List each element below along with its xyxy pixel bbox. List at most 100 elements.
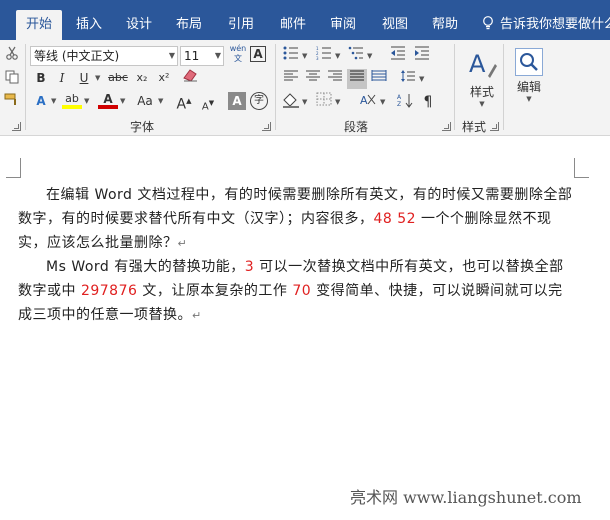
ribbon-tab-bar: 开始 插入 设计 布局 引用 邮件 审阅 视图 帮助 告诉我你想要做什么 [0,0,610,40]
bullets-icon[interactable] [281,46,301,66]
strikethrough-button[interactable]: abc [106,68,130,88]
character-shading-button[interactable]: A [228,92,246,110]
tell-me-box[interactable]: 告诉我你想要做什么 [482,10,610,40]
red-number: 70 [292,283,312,299]
chinese-layout-icon[interactable]: A [358,92,378,112]
subscript-button[interactable]: x₂ [132,68,152,88]
tab-8[interactable]: 帮助 [422,10,468,40]
tab-0[interactable]: 开始 [16,10,62,40]
phonetic-guide-glyph: wén 文 [229,44,247,63]
distributed-icon[interactable] [369,69,389,89]
document-paragraph-2[interactable]: Ms Word 有强大的替换功能，3 可以一次替换文档中所有英文，也可以替换全部… [18,255,574,328]
cut-icon[interactable] [2,46,22,66]
tab-2[interactable]: 设计 [116,10,162,40]
document-paragraph-1[interactable]: 在编辑 Word 文档过程中，有的时候需要删除所有英文，有的时候又需要删除全部数… [18,183,574,256]
ribbon: 等线 (中文正文) ▼ 11 ▼ wén 文 A B I U ▼ abc x₂ x²… [0,40,610,136]
multilevel-list-icon[interactable] [346,46,366,66]
sort-icon[interactable]: AZ [396,92,416,112]
phonetic-guide-icon[interactable]: wén 文 [228,44,248,64]
character-border-icon[interactable]: A [250,46,266,62]
increase-indent-icon[interactable] [412,46,432,66]
tab-3[interactable]: 布局 [166,10,212,40]
italic-button[interactable]: I [52,68,72,88]
align-center-icon[interactable] [303,69,323,89]
decrease-indent-icon[interactable] [388,46,408,66]
editing-button[interactable]: 编辑 ▼ [512,48,546,103]
tab-5[interactable]: 邮件 [270,10,316,40]
chevron-down-icon[interactable]: ▼ [419,69,424,89]
align-left-icon[interactable] [281,69,301,89]
group-separator [275,44,276,130]
font-name-value: 等线 (中文正文) [34,49,120,63]
borders-icon[interactable] [314,92,334,112]
chevron-down-icon[interactable]: ▼ [367,46,372,66]
chevron-down-icon[interactable]: ▼ [380,92,385,112]
chevron-down-icon: ▼ [479,100,485,108]
highlight-glyph: ab [65,92,79,105]
font-group-label: 字体 [130,120,155,134]
text-effects-glyph: A [36,94,46,108]
format-painter-icon[interactable] [2,92,22,112]
grow-font-button[interactable]: A▲ [174,91,194,113]
chevron-down-icon[interactable]: ▼ [120,91,125,111]
line-spacing-icon[interactable] [398,69,418,89]
styles-dialog-launcher[interactable] [490,122,499,131]
paragraph-group-label: 段落 [344,120,369,134]
font-dialog-launcher[interactable] [262,122,271,131]
svg-text:3: 3 [316,56,319,60]
shading-icon[interactable] [281,92,301,112]
styles-icon: A [469,50,497,78]
page-corner-mark [574,158,589,178]
underline-button[interactable]: U [74,68,94,88]
paragraph-dialog-launcher[interactable] [442,122,451,131]
chevron-down-icon[interactable]: ▼ [84,91,89,111]
page-corner-mark [6,177,21,178]
chevron-down-icon[interactable]: ▼ [302,92,307,112]
svg-text:A: A [360,94,368,107]
tab-1[interactable]: 插入 [66,10,112,40]
font-name-combo[interactable]: 等线 (中文正文) ▼ [30,46,178,66]
justify-icon[interactable] [347,69,367,89]
svg-text:A: A [397,94,402,101]
grow-font-glyph: A [176,96,187,113]
shrink-font-button[interactable]: A▼ [198,93,218,113]
chevron-down-icon: ▼ [214,51,221,60]
chevron-down-icon: ▼ [168,51,175,60]
tab-6[interactable]: 审阅 [320,10,366,40]
copy-icon[interactable] [2,70,22,90]
numbering-icon[interactable]: 123 [314,46,334,66]
tab-4[interactable]: 引用 [218,10,264,40]
text-effects-button[interactable]: A [31,91,51,111]
chevron-down-icon[interactable]: ▼ [158,91,163,111]
chevron-down-icon[interactable]: ▼ [335,92,340,112]
chevron-down-icon[interactable]: ▼ [51,91,56,111]
page-corner-mark [6,158,21,178]
change-case-button[interactable]: Aa [132,91,158,111]
clear-formatting-icon[interactable] [180,68,200,88]
enclose-characters-button[interactable]: 字 [250,92,268,110]
show-hide-marks-icon[interactable]: ¶ [418,92,438,112]
editing-label: 编辑 [516,80,541,94]
lightbulb-icon [483,16,493,30]
font-color-button[interactable]: A [98,89,118,109]
highlight-button[interactable]: ab [62,89,82,109]
subscript-glyph: x₂ [136,71,148,84]
chevron-down-icon[interactable]: ▼ [335,46,340,66]
shrink-font-glyph: A [201,101,209,113]
styles-button[interactable]: A 样式 ▼ [462,48,502,108]
superscript-glyph: x² [158,71,170,84]
clipboard-dialog-launcher[interactable] [12,122,21,131]
superscript-button[interactable]: x² [154,68,174,88]
chevron-down-icon[interactable]: ▼ [302,46,307,66]
change-case-glyph: Aa [137,94,153,108]
chevron-down-icon[interactable]: ▼ [95,68,100,88]
styles-label: 样式 [469,85,494,99]
watermark: 亮术网 www.liangshunet.com [350,488,582,507]
tab-7[interactable]: 视图 [372,10,418,40]
font-color-glyph: A [103,92,113,106]
align-right-icon[interactable] [325,69,345,89]
paragraph-mark: ↵ [192,309,202,322]
bold-button[interactable]: B [31,68,51,88]
font-size-combo[interactable]: 11 ▼ [180,46,224,66]
document-canvas[interactable]: 在编辑 Word 文档过程中，有的时候需要删除所有英文，有的时候又需要删除全部数… [0,137,610,520]
